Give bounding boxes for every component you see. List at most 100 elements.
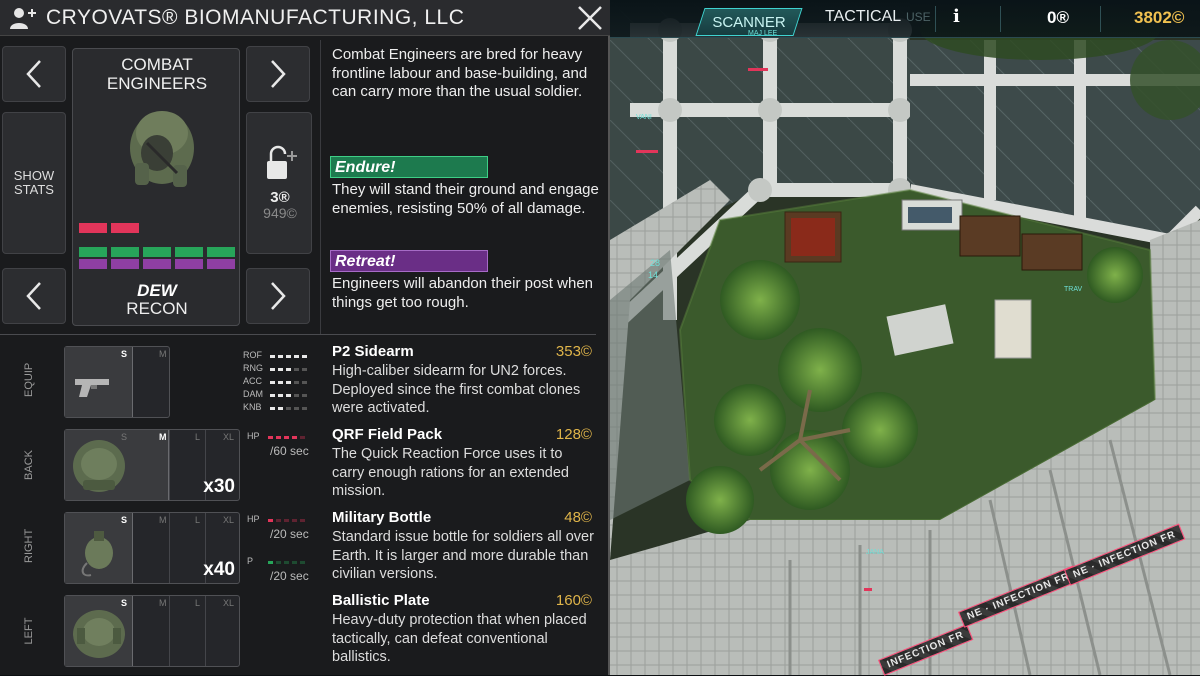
weapon-stat-pip	[302, 355, 307, 358]
weapon-stat-pip	[302, 394, 307, 397]
weapon-stat-pip	[294, 394, 299, 397]
panel-title: CRYOVATS® BIOMANUFACTURING, LLC	[46, 6, 465, 29]
item-name: P2 Sidearm	[332, 343, 414, 360]
item-slot-equip[interactable]: SM	[64, 346, 170, 418]
stat-segment	[175, 259, 203, 269]
class-name-line: COMBAT	[121, 55, 193, 74]
size-label: M	[159, 432, 167, 442]
trait-endure-tag: Endure!	[330, 156, 488, 178]
unlock-slot-button[interactable]: 3® 949©	[246, 112, 312, 254]
effect-pip	[300, 561, 305, 564]
next-class-button[interactable]	[246, 46, 310, 102]
slot-label: LEFT	[23, 617, 35, 645]
biomanufacturing-panel: CRYOVATS® BIOMANUFACTURING, LLC SHOW STAT…	[0, 0, 610, 675]
item-quantity: x30	[203, 476, 235, 497]
effect-pip	[300, 436, 305, 439]
stat-segment	[79, 223, 107, 233]
pistol-icon	[75, 379, 109, 397]
trait-retreat-description: Engineers will abandon their post when t…	[332, 275, 593, 311]
unit-health-marker	[636, 150, 658, 153]
scanner-unit-label: MAJ LEE	[748, 30, 778, 37]
unlock-cost: 949©	[263, 205, 297, 221]
size-label: M	[159, 598, 167, 608]
weapon-stat-pip	[294, 381, 299, 384]
weapon-stat-pip	[294, 407, 299, 410]
size-label: L	[195, 598, 201, 608]
item-cost: 128©	[555, 426, 592, 443]
class-name-line: ENGINEERS	[106, 74, 208, 93]
chevron-left-icon	[26, 282, 41, 310]
size-label: L	[195, 515, 201, 525]
chevron-left-icon	[26, 60, 41, 88]
unit-label[interactable]: TRAV	[1064, 286, 1082, 293]
effect-pip	[268, 561, 273, 564]
item-name: Ballistic Plate	[332, 592, 430, 609]
close-button[interactable]	[570, 0, 610, 36]
size-label: XL	[223, 598, 235, 608]
effect-label: HP	[247, 431, 260, 441]
class-name: COMBAT ENGINEERS	[73, 55, 241, 93]
size-divider	[205, 596, 206, 666]
hud-divider	[1000, 6, 1001, 32]
weapon-stat-pip	[294, 368, 299, 371]
effect-label: HP	[247, 514, 260, 524]
padlock-plus-icon	[267, 145, 297, 179]
class-description: Combat Engineers are bred for heavy fron…	[332, 46, 588, 100]
grid-readout: 28	[650, 258, 661, 268]
effect-pip	[292, 519, 297, 522]
stat-segment	[79, 247, 107, 257]
unit-label[interactable]: VANI	[636, 114, 652, 121]
bottle-icon	[81, 531, 113, 577]
item-slot-right[interactable]: S M L XL x40	[64, 512, 240, 584]
weapon-stat-pip	[278, 394, 283, 397]
effect-rate: /20 sec	[270, 569, 309, 583]
item-cost: 48©	[564, 509, 592, 526]
grid-readout: 14	[648, 270, 659, 280]
show-stats-label: SHOW	[13, 168, 55, 183]
scanner-tab-label[interactable]: SCANNER	[700, 14, 798, 31]
stat-segment	[207, 259, 235, 269]
prev-class-button[interactable]	[2, 46, 66, 102]
soldier-role: RECON	[126, 299, 188, 318]
size-divider	[169, 596, 170, 666]
tactical-map[interactable]	[610, 0, 1200, 675]
item-description: Standard issue bottle for soldiers all o…	[332, 529, 594, 582]
tactical-tab[interactable]: TACTICAL	[825, 8, 901, 26]
unit-health-marker	[864, 588, 872, 591]
prev-soldier-button[interactable]	[2, 268, 66, 324]
item-name: QRF Field Pack	[332, 426, 443, 443]
stat-segment	[79, 259, 107, 269]
weapon-stat-pip	[302, 368, 307, 371]
next-soldier-button[interactable]	[246, 268, 310, 324]
ballistic-plate-icon	[73, 610, 125, 658]
weapon-stat-label: KNB	[243, 402, 262, 412]
panel-divider	[0, 334, 596, 335]
weapon-stat-pip	[270, 381, 275, 384]
weapon-stat-pip	[278, 355, 283, 358]
weapon-stat-pip	[286, 407, 291, 410]
size-divider	[169, 513, 170, 583]
stat-segment	[143, 259, 171, 269]
item-slot-back[interactable]: S M L XL x30	[64, 429, 240, 501]
weapon-stat-label: DAM	[243, 389, 263, 399]
credits-counter: 3802©	[1134, 8, 1185, 27]
show-stats-label: STATS	[14, 182, 54, 197]
size-label: XL	[223, 515, 235, 525]
item-description: The Quick Reaction Force uses it to carr…	[332, 446, 569, 499]
weapon-stat-pip	[270, 355, 275, 358]
soldier-portrait-icon	[130, 111, 194, 187]
item-slot-left[interactable]: S M L XL	[64, 595, 240, 667]
effect-label: P	[247, 556, 254, 566]
unit-health-marker	[748, 68, 768, 71]
hud-divider	[1100, 6, 1101, 32]
effect-pip	[300, 519, 305, 522]
info-icon[interactable]: i	[953, 6, 960, 27]
size-label: XL	[223, 432, 235, 442]
stat-segment	[175, 247, 203, 257]
unit-label[interactable]: JANA	[866, 549, 884, 556]
stat-segment	[143, 247, 171, 257]
weapon-stat-label: RNG	[243, 363, 263, 373]
size-label: L	[195, 432, 201, 442]
show-stats-button[interactable]: SHOW STATS	[2, 112, 66, 254]
weapon-stat-pip	[286, 381, 291, 384]
